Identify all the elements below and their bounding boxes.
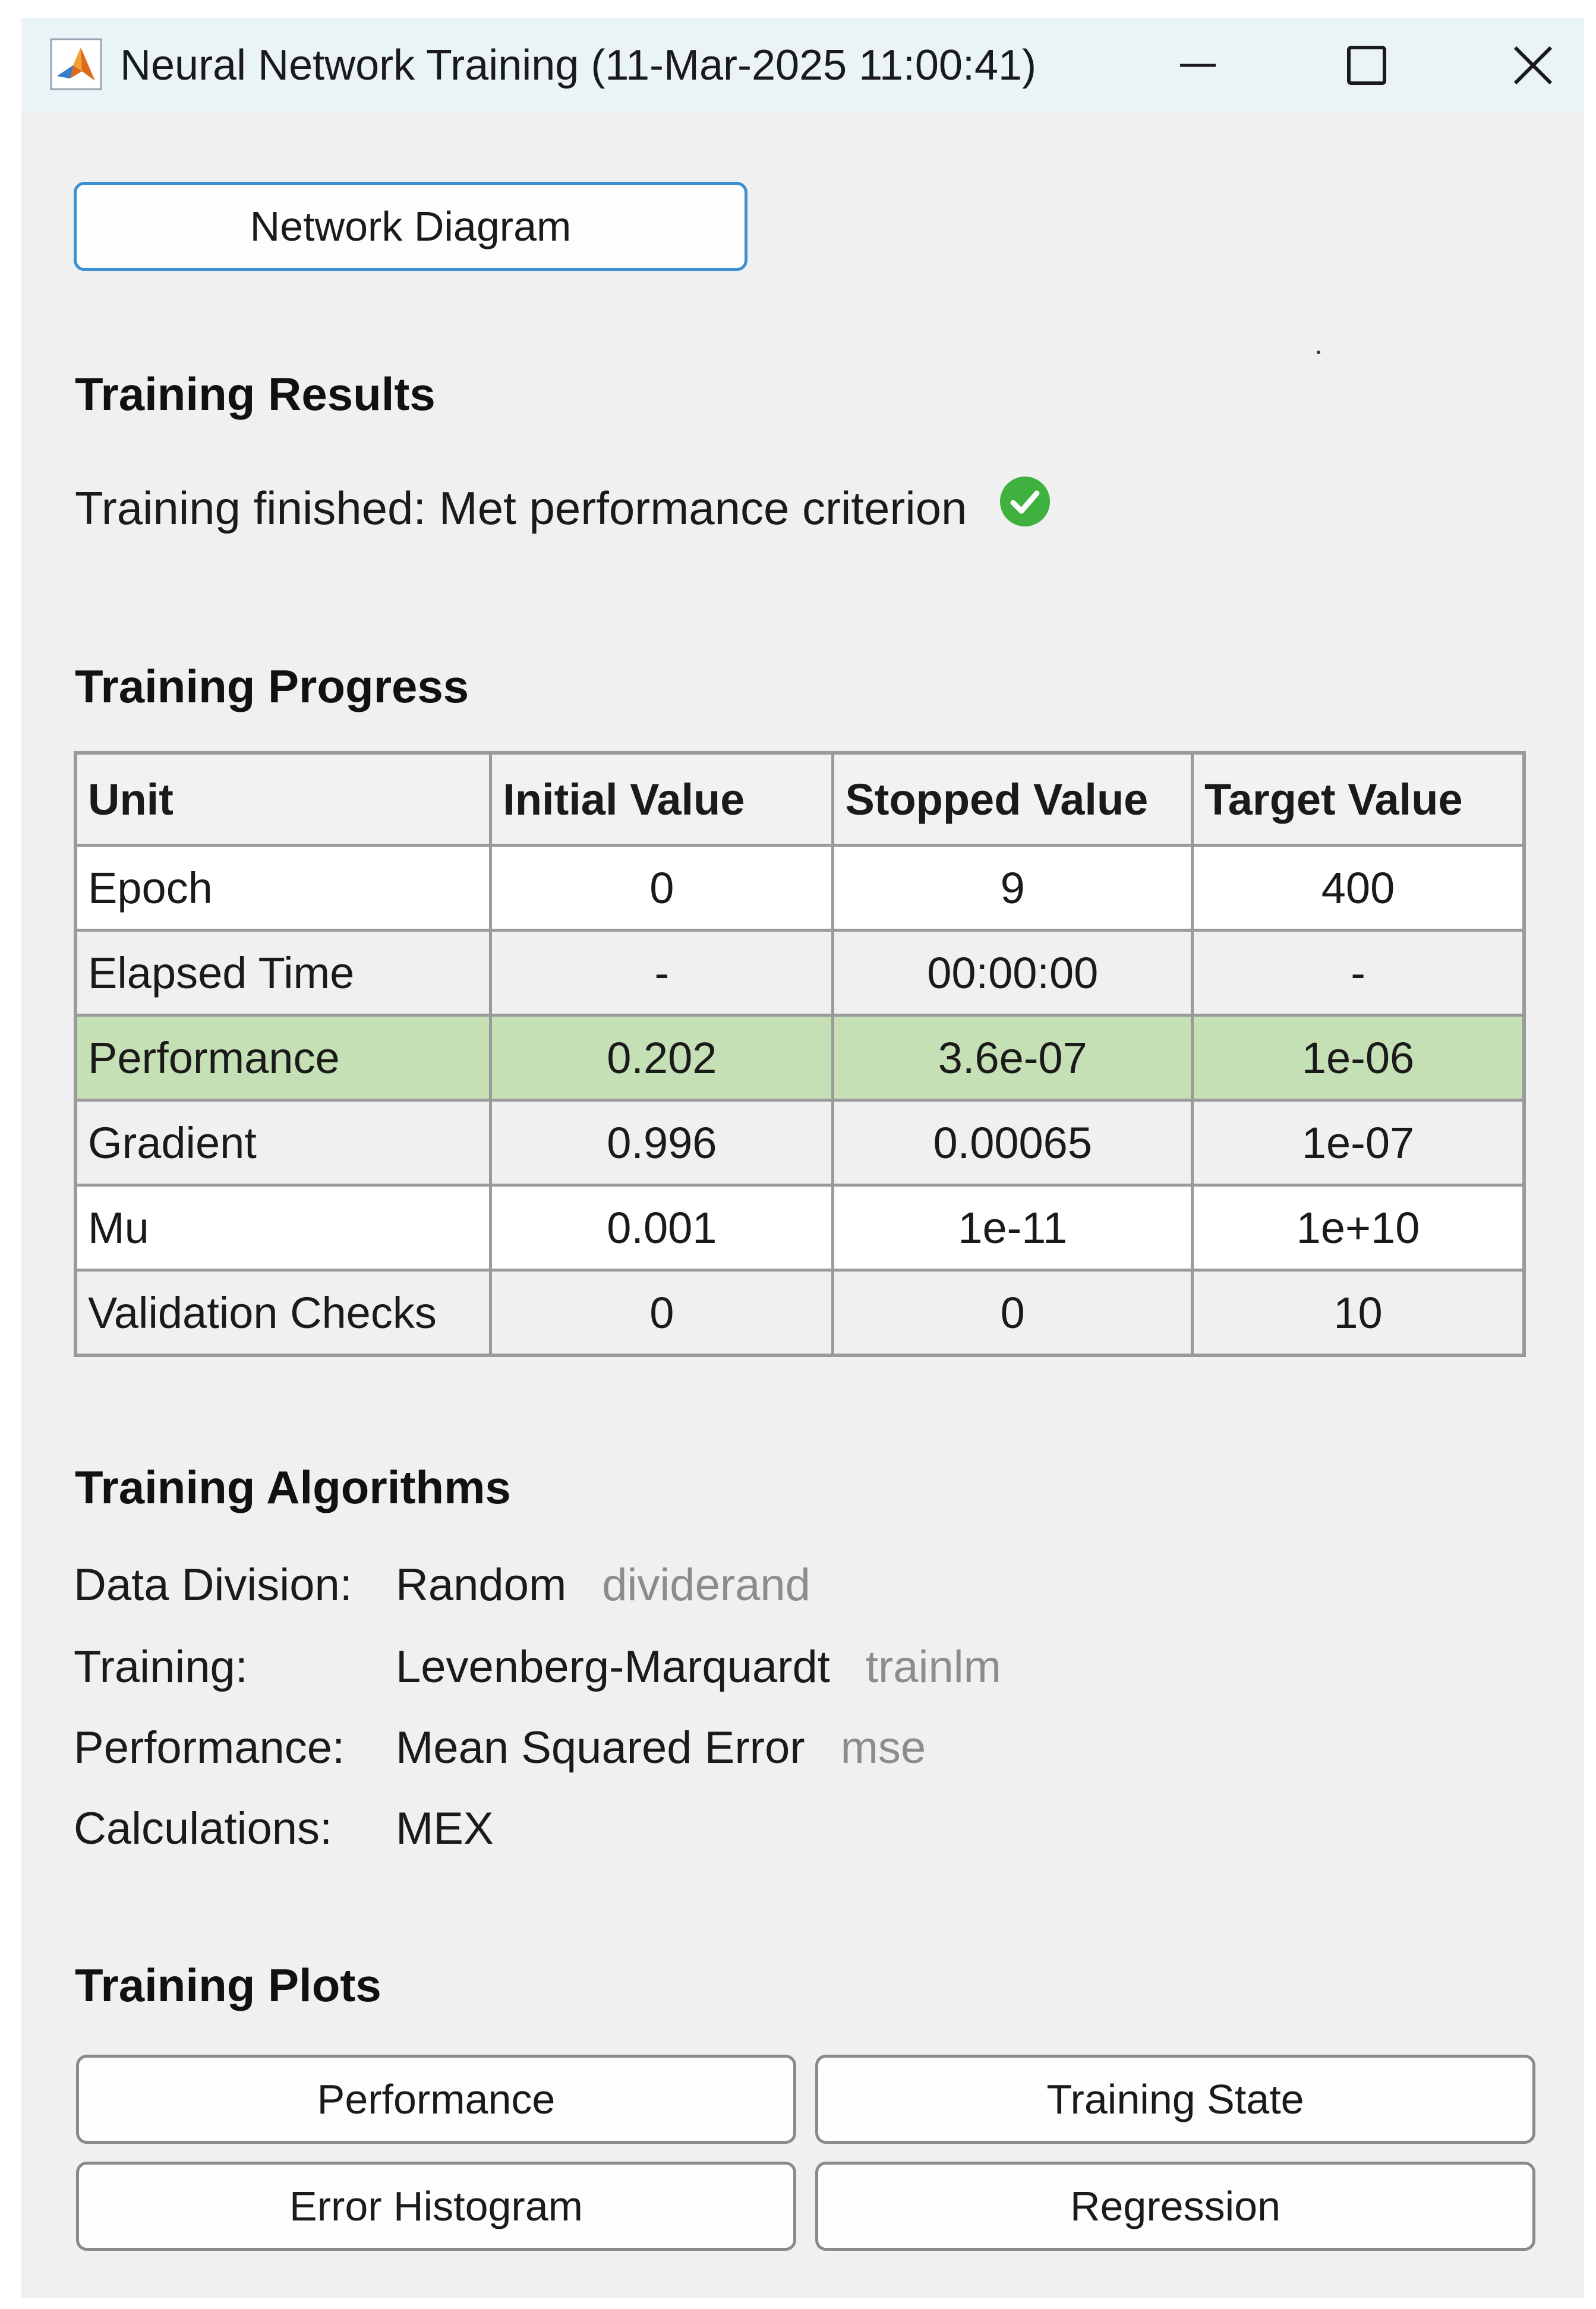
target-value-cell: 400 bbox=[1191, 844, 1526, 932]
neural-network-training-window: Neural Network Training (11-Mar-2025 11:… bbox=[21, 18, 1584, 2298]
table-row: Elapsed Time - 00:00:00 - bbox=[74, 929, 1526, 1017]
target-value-cell: 1e-07 bbox=[1191, 1099, 1526, 1187]
check-circle-icon bbox=[1000, 477, 1050, 526]
title-bar[interactable]: Neural Network Training (11-Mar-2025 11:… bbox=[21, 18, 1584, 112]
function-name: mse bbox=[840, 1723, 926, 1773]
training-results-heading: Training Results bbox=[75, 368, 436, 420]
matlab-icon bbox=[50, 38, 102, 90]
stopped-value-cell: 00:00:00 bbox=[831, 929, 1194, 1017]
unit-cell: Epoch bbox=[74, 844, 493, 932]
training-state-plot-button[interactable]: Training State bbox=[815, 2055, 1535, 2144]
performance-label: Performance: bbox=[74, 1723, 345, 1773]
target-value-cell: 1e+10 bbox=[1191, 1184, 1526, 1272]
function-name: trainlm bbox=[865, 1642, 1001, 1692]
unit-cell: Performance bbox=[74, 1014, 493, 1102]
stopped-value-cell: 0 bbox=[831, 1269, 1194, 1357]
calculations-label: Calculations: bbox=[74, 1803, 333, 1854]
initial-value-cell: 0.001 bbox=[489, 1184, 835, 1272]
algorithm-name: Random bbox=[396, 1560, 567, 1610]
table-header-row: Unit Initial Value Stopped Value Target … bbox=[74, 751, 1526, 847]
initial-value-cell: - bbox=[489, 929, 835, 1017]
stopped-value-cell: 3.6e-07 bbox=[831, 1014, 1194, 1102]
algorithm-name: MEX bbox=[396, 1803, 494, 1854]
close-button[interactable] bbox=[1497, 30, 1569, 101]
unit-cell: Gradient bbox=[74, 1099, 493, 1187]
minimize-button[interactable] bbox=[1162, 30, 1234, 101]
data-division-label: Data Division: bbox=[74, 1560, 352, 1610]
algorithm-name: Mean Squared Error bbox=[396, 1723, 805, 1773]
data-division-value: Random dividerand bbox=[396, 1559, 810, 1611]
stopped-value-cell: 9 bbox=[831, 844, 1194, 932]
target-value-cell: 1e-06 bbox=[1191, 1014, 1526, 1102]
target-value-cell: 10 bbox=[1191, 1269, 1526, 1357]
performance-value: Mean Squared Error mse bbox=[396, 1722, 926, 1774]
column-header: Stopped Value bbox=[831, 751, 1194, 847]
function-name: dividerand bbox=[602, 1560, 810, 1610]
initial-value-cell: 0 bbox=[489, 1269, 835, 1357]
training-progress-table: Unit Initial Value Stopped Value Target … bbox=[74, 751, 1526, 1357]
error-histogram-plot-button[interactable]: Error Histogram bbox=[76, 2162, 796, 2251]
column-header: Target Value bbox=[1191, 751, 1526, 847]
maximize-button[interactable] bbox=[1331, 30, 1402, 101]
table-row: Validation Checks 0 0 10 bbox=[74, 1269, 1526, 1357]
unit-cell: Elapsed Time bbox=[74, 929, 493, 1017]
training-label: Training: bbox=[74, 1642, 248, 1692]
table-row: Epoch 0 9 400 bbox=[74, 844, 1526, 932]
initial-value-cell: 0 bbox=[489, 844, 835, 932]
stray-dot bbox=[1317, 351, 1320, 354]
initial-value-cell: 0.202 bbox=[489, 1014, 835, 1102]
performance-plot-button[interactable]: Performance bbox=[76, 2055, 796, 2144]
training-value: Levenberg-Marquardt trainlm bbox=[396, 1641, 1001, 1693]
table-row: Mu 0.001 1e-11 1e+10 bbox=[74, 1184, 1526, 1272]
calculations-value: MEX bbox=[396, 1803, 494, 1854]
close-icon bbox=[1513, 46, 1553, 85]
target-value-cell: - bbox=[1191, 929, 1526, 1017]
regression-plot-button[interactable]: Regression bbox=[815, 2162, 1535, 2251]
training-status-text: Training finished: Met performance crite… bbox=[75, 482, 967, 534]
training-plots-heading: Training Plots bbox=[75, 1959, 381, 2011]
table-row: Gradient 0.996 0.00065 1e-07 bbox=[74, 1099, 1526, 1187]
training-progress-heading: Training Progress bbox=[75, 660, 469, 712]
training-algorithms-heading: Training Algorithms bbox=[75, 1461, 511, 1513]
initial-value-cell: 0.996 bbox=[489, 1099, 835, 1187]
network-diagram-button[interactable]: Network Diagram bbox=[74, 182, 747, 271]
column-header: Initial Value bbox=[489, 751, 835, 847]
window-title: Neural Network Training (11-Mar-2025 11:… bbox=[120, 42, 1037, 89]
stopped-value-cell: 0.00065 bbox=[831, 1099, 1194, 1187]
table-row-highlighted: Performance 0.202 3.6e-07 1e-06 bbox=[74, 1014, 1526, 1102]
maximize-icon bbox=[1347, 46, 1386, 85]
algorithm-name: Levenberg-Marquardt bbox=[396, 1642, 830, 1692]
minimize-icon bbox=[1180, 64, 1216, 67]
stopped-value-cell: 1e-11 bbox=[831, 1184, 1194, 1272]
column-header: Unit bbox=[74, 751, 493, 847]
unit-cell: Validation Checks bbox=[74, 1269, 493, 1357]
unit-cell: Mu bbox=[74, 1184, 493, 1272]
